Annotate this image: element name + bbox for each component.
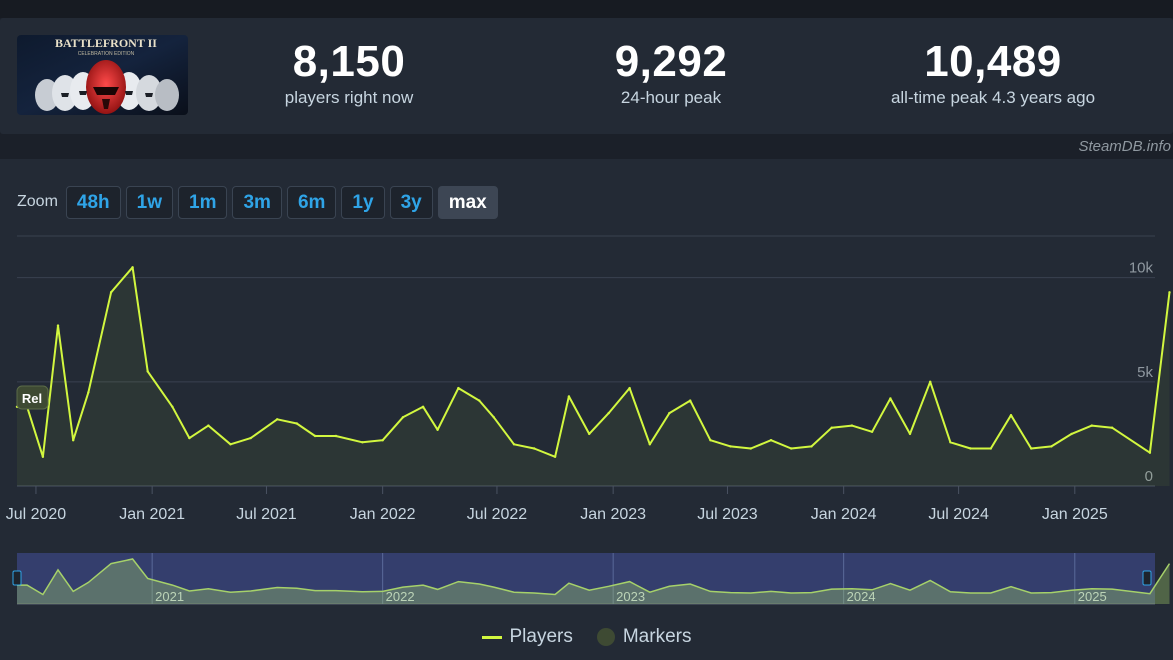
zoom-controls: Zoom 48h 1w 1m 3m 6m 1y 3y max bbox=[17, 185, 503, 219]
alltime-peak-value: 10,489 bbox=[924, 37, 1062, 86]
legend-markers-label: Markers bbox=[622, 626, 692, 647]
legend-players-label: Players bbox=[509, 626, 573, 647]
game-capsule-image[interactable]: BATTLEFRONT II CELEBRATION EDITION bbox=[17, 35, 188, 115]
alltime-peak-label: all-time peak 4.3 years ago bbox=[890, 88, 1096, 107]
peak-24h-value: 9,292 bbox=[614, 37, 728, 86]
players-now-label: players right now bbox=[284, 88, 414, 107]
chart-legend: Players Markers bbox=[0, 626, 1173, 648]
zoom-6m-button[interactable]: 6m bbox=[286, 185, 337, 219]
legend-markers[interactable]: Markers bbox=[596, 626, 692, 648]
legend-players-swatch bbox=[481, 635, 502, 639]
zoom-48h-button[interactable]: 48h bbox=[65, 185, 121, 219]
zoom-1y-button[interactable]: 1y bbox=[341, 185, 385, 219]
legend-players[interactable]: Players bbox=[481, 626, 573, 648]
top-strip bbox=[0, 0, 1173, 18]
zoom-label: Zoom bbox=[17, 193, 58, 210]
chart-panel bbox=[0, 159, 1173, 660]
alltime-peak-stat: 10,489 all-time peak 4.3 years ago bbox=[862, 38, 1124, 108]
zoom-1w-button[interactable]: 1w bbox=[125, 185, 174, 219]
players-now-value: 8,150 bbox=[292, 37, 406, 86]
steamdb-attribution[interactable]: SteamDB.info bbox=[1078, 138, 1171, 155]
zoom-max-button[interactable]: max bbox=[437, 185, 498, 219]
stats-panel: BATTLEFRONT II CELEBRATION EDITION 8,150… bbox=[0, 18, 1173, 134]
players-now-stat: 8,150 players right now bbox=[270, 38, 428, 108]
zoom-3m-button[interactable]: 3m bbox=[232, 185, 282, 219]
peak-24h-label: 24-hour peak bbox=[620, 88, 722, 107]
svg-text:BATTLEFRONT II: BATTLEFRONT II bbox=[55, 36, 157, 50]
svg-text:CELEBRATION EDITION: CELEBRATION EDITION bbox=[78, 51, 135, 57]
zoom-1m-button[interactable]: 1m bbox=[178, 185, 228, 219]
peak-24h-stat: 9,292 24-hour peak bbox=[592, 38, 750, 108]
battlefront-ii-art-icon: BATTLEFRONT II CELEBRATION EDITION bbox=[17, 35, 188, 115]
legend-markers-swatch bbox=[596, 628, 615, 646]
zoom-3y-button[interactable]: 3y bbox=[389, 185, 433, 219]
